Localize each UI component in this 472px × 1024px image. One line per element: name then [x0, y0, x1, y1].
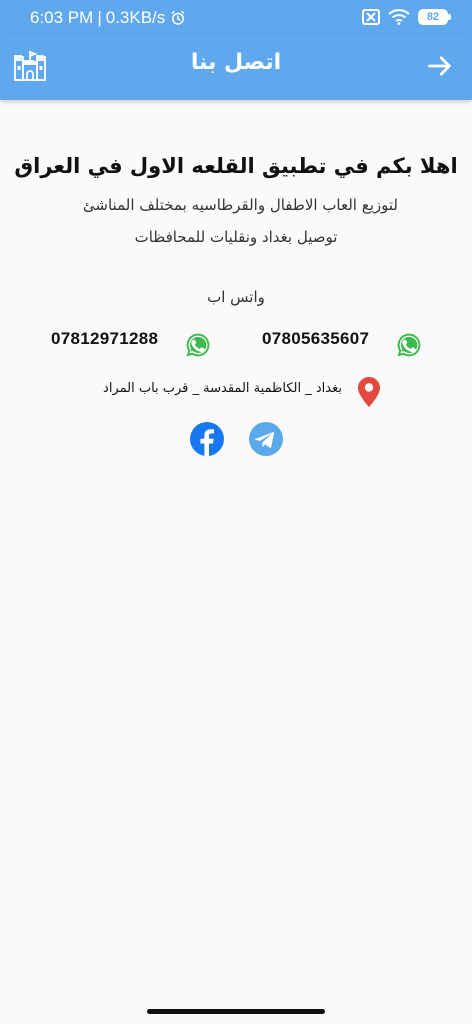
battery-level: 82	[426, 11, 440, 23]
subtitle-delivery: توصيل بغداد ونقليات للمحافظات	[134, 228, 338, 246]
location-pin-icon[interactable]	[356, 376, 382, 408]
status-left: 6:03 PM | 0.3KB/s	[30, 8, 187, 28]
phone-number-1[interactable]: 07805635607	[262, 329, 369, 349]
app-bar: اتصل بنا	[0, 34, 472, 100]
status-speed: 0.3KB/s	[105, 8, 166, 27]
status-right: 82	[362, 9, 451, 25]
page-title: اتصل بنا	[190, 50, 282, 75]
whatsapp-icon[interactable]	[184, 331, 212, 359]
alarm-icon	[171, 10, 185, 25]
battery-indicator: 82	[418, 9, 451, 25]
address-text: بغداد _ الكاظمية المقدسة _ قرب باب المرا…	[103, 381, 342, 396]
status-time: 6:03 PM	[30, 8, 94, 27]
phone-number-2[interactable]: 07812971288	[51, 329, 158, 349]
arrow-right-icon[interactable]	[426, 52, 454, 80]
whatsapp-label: واتس اب	[207, 288, 265, 306]
sim-off-icon	[362, 9, 380, 25]
status-separator: |	[97, 8, 102, 27]
wifi-icon	[388, 9, 410, 25]
welcome-headline: اهلا بكم في تطبيق القلعه الاول في العراق	[14, 154, 458, 178]
subtitle-distribution: لتوزيع العاب الاطفال والقرطاسيه بمختلف ا…	[82, 196, 398, 214]
whatsapp-icon[interactable]	[395, 331, 423, 359]
status-bar: 6:03 PM | 0.3KB/s 82	[0, 0, 472, 34]
gesture-bar[interactable]	[147, 1009, 325, 1014]
telegram-icon[interactable]	[248, 421, 284, 457]
facebook-icon[interactable]	[189, 421, 225, 457]
